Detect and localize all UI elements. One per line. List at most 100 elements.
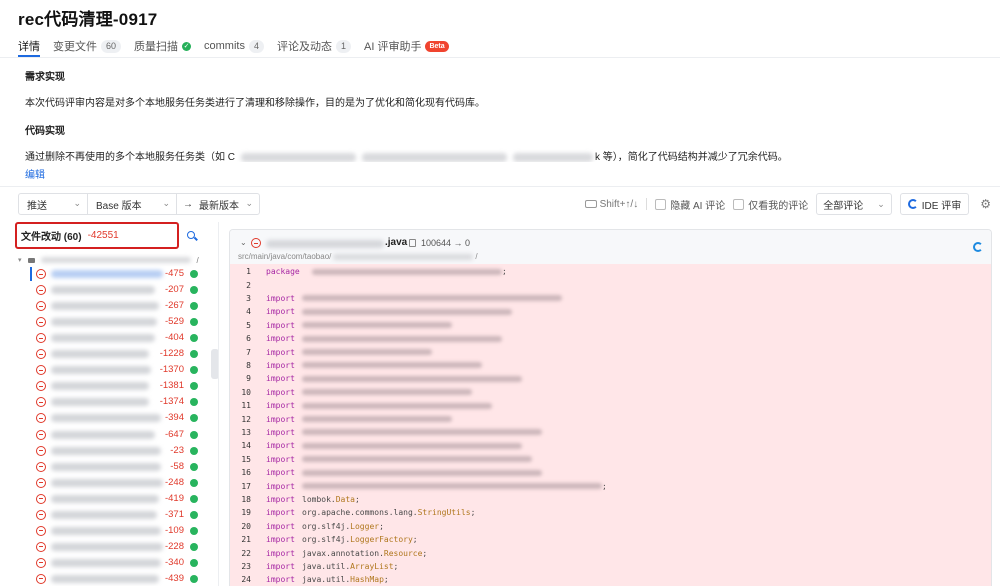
copy-icon[interactable] <box>409 239 416 247</box>
redacted-file-name <box>51 574 159 583</box>
redacted-file-name <box>51 334 155 343</box>
only-my-comments-checkbox[interactable]: 仅看我的评论 <box>733 197 808 212</box>
code-line: 10 import <box>230 386 991 399</box>
check-circle-icon <box>190 302 198 311</box>
code-punct: ; <box>383 575 389 585</box>
file-row[interactable]: -529 <box>30 315 202 329</box>
line-number: 23 <box>241 561 251 571</box>
file-row[interactable]: -23 <box>30 444 202 458</box>
file-row[interactable]: -1374 <box>30 395 202 409</box>
deleted-file-icon <box>36 477 46 488</box>
gear-icon[interactable]: ⚙ <box>977 197 994 211</box>
file-row[interactable]: -439 <box>30 572 202 586</box>
line-number: 17 <box>241 481 251 491</box>
requirement-text: 本次代码评审内容是对多个本地服务任务类进行了清理和移除操作，目的是为了优化和简化… <box>25 98 485 108</box>
deleted-file-icon <box>36 317 46 328</box>
refresh-icon[interactable] <box>973 242 983 252</box>
deleted-file-icon <box>36 461 46 472</box>
line-number: 6 <box>246 334 251 344</box>
redacted-code <box>302 442 522 449</box>
deleted-file-icon <box>36 301 46 312</box>
code-text: java.util.HashMap; <box>302 575 389 584</box>
code-class: Resource <box>383 548 423 558</box>
check-circle-icon <box>190 510 198 519</box>
redacted-code <box>302 483 602 490</box>
total-deletions: -42551 <box>87 230 119 241</box>
latest-version-select[interactable]: → 最新版本 ⌄ <box>176 193 260 215</box>
check-circle-icon <box>190 574 198 583</box>
file-row[interactable]: -394 <box>30 411 202 425</box>
line-number: 22 <box>241 548 251 558</box>
redacted-code <box>312 268 502 275</box>
code-line: 15 import <box>230 453 991 466</box>
file-row[interactable]: -248 <box>30 476 202 490</box>
search-icon[interactable] <box>187 231 195 239</box>
code-text <box>302 294 562 303</box>
file-row[interactable]: -475 <box>30 267 202 281</box>
check-circle-icon <box>190 494 198 503</box>
ide-review-button[interactable]: IDE 评审 <box>899 193 970 215</box>
code-text <box>302 334 502 343</box>
checkbox-label: 隐藏 AI 评论 <box>670 200 726 212</box>
page-title: rec代码清理-0917 <box>18 10 158 29</box>
tab-quality-scan[interactable]: 质量扫描 ✓ <box>134 38 192 54</box>
push-select[interactable]: 推送 ⌄ <box>18 193 88 215</box>
code-keyword: import <box>266 293 295 303</box>
line-number: 10 <box>241 387 251 397</box>
code-line: 24 import java.util.HashMap; <box>230 573 991 586</box>
deleted-file-icon <box>36 269 46 279</box>
file-row[interactable]: -1370 <box>30 363 202 377</box>
deleted-file-icon <box>36 573 46 584</box>
chevron-down-icon[interactable]: ⌄ <box>240 238 247 247</box>
base-version-select[interactable]: Base 版本 ⌄ <box>87 193 177 215</box>
code-line: 20 import org.slf4j.Logger; <box>230 520 991 533</box>
file-row[interactable]: -109 <box>30 524 202 538</box>
code-line: 13 import <box>230 426 991 439</box>
redacted-code <box>302 295 562 302</box>
code-text: ; <box>312 267 507 276</box>
file-row[interactable]: -267 <box>30 299 202 313</box>
file-row[interactable]: -1228 <box>30 347 202 361</box>
file-path-prefix: src/main/java/com/taobao/ <box>238 252 332 261</box>
code-line: 18 import lombok.Data; <box>230 493 991 506</box>
code-text-prefix: 通过删除不再使用的多个本地服务任务类（如 C <box>25 152 235 162</box>
file-row[interactable]: -404 <box>30 331 202 345</box>
tab-details[interactable]: 详情 <box>18 38 40 54</box>
tab-ai-review[interactable]: AI 评审助手 Beta <box>364 38 449 54</box>
file-changes-filter[interactable]: 文件改动 (60) -42551 <box>15 222 179 249</box>
deletion-count: -439 <box>164 572 184 584</box>
comment-filter-select[interactable]: 全部评论 ⌄ <box>816 193 892 215</box>
file-row[interactable]: -1381 <box>30 379 202 393</box>
code-text <box>302 428 542 437</box>
redacted-code <box>302 362 482 369</box>
tab-changed-files[interactable]: 变更文件 60 <box>53 38 122 54</box>
tab-count-badge: 4 <box>248 39 264 53</box>
deletion-count: -109 <box>164 524 184 536</box>
tab-comments[interactable]: 评论及动态 1 <box>277 38 351 54</box>
shortcut-hint-text: Shift+↑/↓ <box>599 198 639 210</box>
tab-commits[interactable]: commits 4 <box>204 39 264 53</box>
check-circle-icon <box>190 414 198 423</box>
code-text: lombok.Data; <box>302 495 360 504</box>
file-path: src/main/java/com/taobao/ / <box>238 252 478 261</box>
code-line: 22 import javax.annotation.Resource; <box>230 546 991 559</box>
file-row[interactable]: -371 <box>30 508 202 522</box>
redacted-file-name <box>51 542 163 551</box>
redacted-file-name <box>51 558 161 567</box>
code-package: lombok. <box>302 494 336 504</box>
file-row[interactable]: -340 <box>30 556 202 570</box>
file-row[interactable]: -228 <box>30 540 202 554</box>
deletion-count: -228 <box>164 540 184 552</box>
hide-ai-comments-checkbox[interactable]: 隐藏 AI 评论 <box>655 197 725 212</box>
line-number: 11 <box>241 401 251 411</box>
code-keyword: import <box>266 320 295 330</box>
folder-row[interactable]: ▾ / <box>18 254 200 266</box>
file-row[interactable]: -58 <box>30 460 202 474</box>
code-keyword: import <box>266 347 295 357</box>
file-row[interactable]: -207 <box>30 283 202 297</box>
file-row[interactable]: -419 <box>30 492 202 506</box>
deleted-file-icon <box>36 365 46 376</box>
file-row[interactable]: -647 <box>30 428 202 442</box>
edit-link[interactable]: 编辑 <box>25 166 45 181</box>
code-keyword: import <box>266 374 295 384</box>
